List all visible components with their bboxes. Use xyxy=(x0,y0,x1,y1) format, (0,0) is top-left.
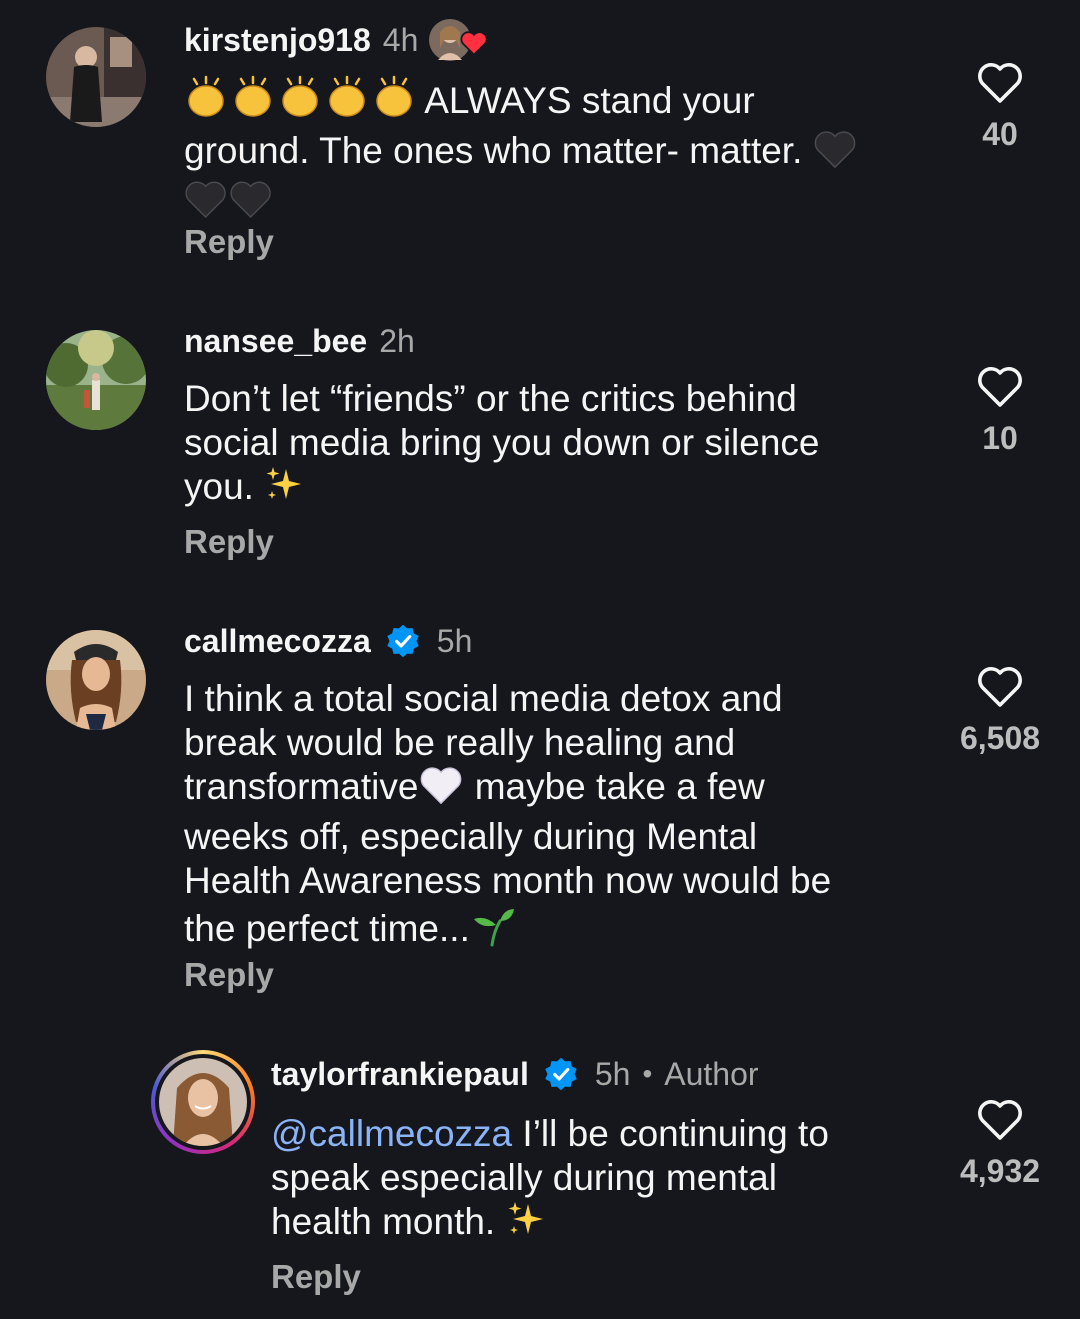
comment-text-line: break would be really healing and xyxy=(184,722,736,763)
like-count: 4,932 xyxy=(959,1153,1041,1189)
timestamp: 4h xyxy=(382,22,419,58)
username[interactable]: callmecozza xyxy=(184,621,371,661)
comment-text-line: ALWAYS stand your xyxy=(424,80,755,121)
white-heart-icon xyxy=(418,765,464,815)
comment-text: Don’t let “friends” or the critics behin… xyxy=(184,377,944,515)
like-section: 4,932 xyxy=(940,1097,1060,1189)
verified-badge-icon xyxy=(545,1057,577,1091)
comment-text: @callmecozza I’ll be continuing to speak… xyxy=(271,1112,951,1250)
username[interactable]: taylorfrankiepaul xyxy=(271,1054,529,1094)
comment-text-line: maybe take a few xyxy=(464,766,765,807)
reply-button[interactable]: Reply xyxy=(271,1257,361,1297)
avatar[interactable] xyxy=(46,630,146,730)
reply-taylorfrankiepaul: taylorfrankiepaul 5h • Author @callmecoz… xyxy=(0,1030,1080,1319)
comment-text-line: you. xyxy=(184,466,254,507)
separator-dot: • xyxy=(642,1058,653,1089)
avatar[interactable] xyxy=(46,330,146,430)
comment-text-line: speak especially during mental xyxy=(271,1157,777,1198)
reply-button[interactable]: Reply xyxy=(184,522,274,562)
seedling-icon xyxy=(470,903,516,957)
comment-header: nansee_bee 2h xyxy=(184,321,415,361)
story-ring-avatar[interactable] xyxy=(151,1050,255,1154)
comment-text-line: health month. xyxy=(271,1201,496,1242)
heart-outline-icon[interactable] xyxy=(976,664,1024,708)
author-label: Author xyxy=(664,1056,759,1092)
comment-header: taylorfrankiepaul 5h • Author xyxy=(271,1054,759,1094)
verified-badge-icon xyxy=(387,624,419,658)
timestamp: 5h xyxy=(594,1056,631,1092)
sparkles-icon xyxy=(506,1200,546,1250)
heart-outline-icon[interactable] xyxy=(976,364,1024,408)
comment-callmecozza: callmecozza 5h I think a total social me… xyxy=(0,600,1080,1030)
comment-header: kirstenjo918 4h xyxy=(184,18,488,62)
comment-text-line: weeks off, especially during Mental xyxy=(184,816,758,857)
reply-button[interactable]: Reply xyxy=(184,222,274,262)
comment-text-line: the perfect time... xyxy=(184,908,470,949)
like-count: 40 xyxy=(982,116,1018,152)
comment-text: ALWAYS stand your ground. The ones who m… xyxy=(184,75,944,229)
timestamp: 5h xyxy=(436,623,473,659)
clapping-hands-icon xyxy=(184,75,416,129)
comment-text-line: I’ll be continuing to xyxy=(512,1113,829,1154)
comment-header: callmecozza 5h xyxy=(184,621,472,661)
avatar xyxy=(159,1058,247,1146)
like-section: 40 xyxy=(940,60,1060,152)
comment-text: I think a total social media detox and b… xyxy=(184,677,944,957)
comment-text-line: Health Awareness month now would be xyxy=(184,860,832,901)
username[interactable]: nansee_bee xyxy=(184,321,367,361)
sparkles-icon xyxy=(264,465,304,515)
reply-button[interactable]: Reply xyxy=(184,955,274,995)
comment-nansee-bee: nansee_bee 2h Don’t let “friends” or the… xyxy=(0,300,1080,600)
black-heart-icon xyxy=(813,129,857,179)
like-count: 6,508 xyxy=(959,720,1041,756)
comment-kirstenjo918: kirstenjo918 4h ALWAYS stand your ground… xyxy=(0,0,1080,300)
timestamp: 2h xyxy=(379,323,415,359)
author-liked-badge xyxy=(428,18,488,62)
comment-text-line: social media bring you down or silence xyxy=(184,422,820,463)
comment-text-line: ground. The ones who matter- matter. xyxy=(184,130,803,171)
like-count: 10 xyxy=(982,420,1018,456)
mention-link[interactable]: @callmecozza xyxy=(271,1113,512,1154)
comment-text-line: I think a total social media detox and xyxy=(184,678,783,719)
like-section: 6,508 xyxy=(940,664,1060,756)
comment-text-line: transformative xyxy=(184,766,419,807)
comment-text-line: Don’t let “friends” or the critics behin… xyxy=(184,378,797,419)
like-section: 10 xyxy=(940,364,1060,456)
username[interactable]: kirstenjo918 xyxy=(184,20,371,60)
heart-outline-icon[interactable] xyxy=(976,1097,1024,1141)
avatar[interactable] xyxy=(46,27,146,127)
heart-badge-icon xyxy=(460,31,488,56)
heart-outline-icon[interactable] xyxy=(976,60,1024,104)
